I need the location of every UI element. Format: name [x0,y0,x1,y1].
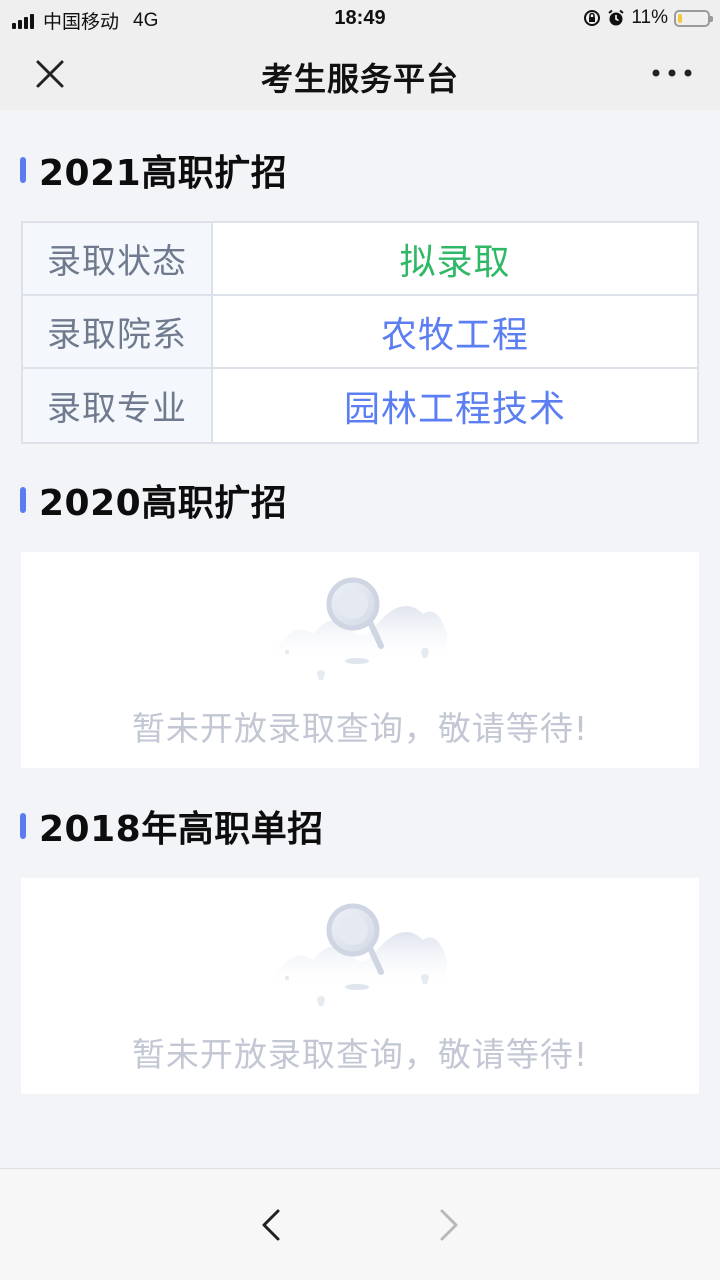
section-accent-bar [20,157,26,183]
empty-state-card: 暂未开放录取查询，敬请等待! [21,552,699,768]
section-header-2021: 2021高职扩招 [20,144,287,196]
department-value: 农牧工程 [380,314,529,356]
section-header-2018: 2018年高职单招 [20,800,324,852]
battery-percent: 11% [631,7,668,28]
department-label: 录取院系 [23,296,213,367]
section-title: 2018年高职单招 [39,809,324,850]
search-empty-illustration [273,903,447,1006]
status-right: 11% [583,7,713,29]
chevron-right-icon[interactable] [432,1207,464,1243]
alarm-icon [608,9,625,26]
empty-state-text: 暂未开放录取查询，敬请等待! [131,1035,589,1074]
table-row-status: 录取状态 拟录取 [23,223,697,296]
battery-icon [674,9,713,27]
status-bar: 中国移动 4G 18:49 11% [0,0,720,36]
major-label: 录取专业 [23,369,213,442]
admission-status-value: 拟录取 [399,241,511,283]
section-accent-bar [20,487,26,513]
section-header-2020: 2020高职扩招 [20,474,287,526]
section-title: 2021高职扩招 [39,153,288,194]
nav-bar: 考生服务平台 [0,36,720,110]
page-title: 考生服务平台 [260,60,459,98]
admission-status-label: 录取状态 [23,223,213,294]
section-title: 2020高职扩招 [39,483,288,524]
admission-info-table: 录取状态 拟录取 录取院系 农牧工程 录取专业 园林工程技术 [21,221,699,444]
orientation-lock-icon [584,10,601,26]
empty-state-text: 暂未开放录取查询，敬请等待! [131,709,589,748]
search-empty-illustration [273,577,447,680]
table-row-major: 录取专业 园林工程技术 [23,369,697,442]
empty-state-card: 暂未开放录取查询，敬请等待! [21,878,699,1094]
more-icon[interactable] [650,60,694,86]
browser-toolbar [0,1168,720,1280]
section-accent-bar [20,813,26,839]
table-row-department: 录取院系 农牧工程 [23,296,697,369]
chevron-left-icon[interactable] [256,1207,288,1243]
major-value: 园林工程技术 [343,388,566,430]
